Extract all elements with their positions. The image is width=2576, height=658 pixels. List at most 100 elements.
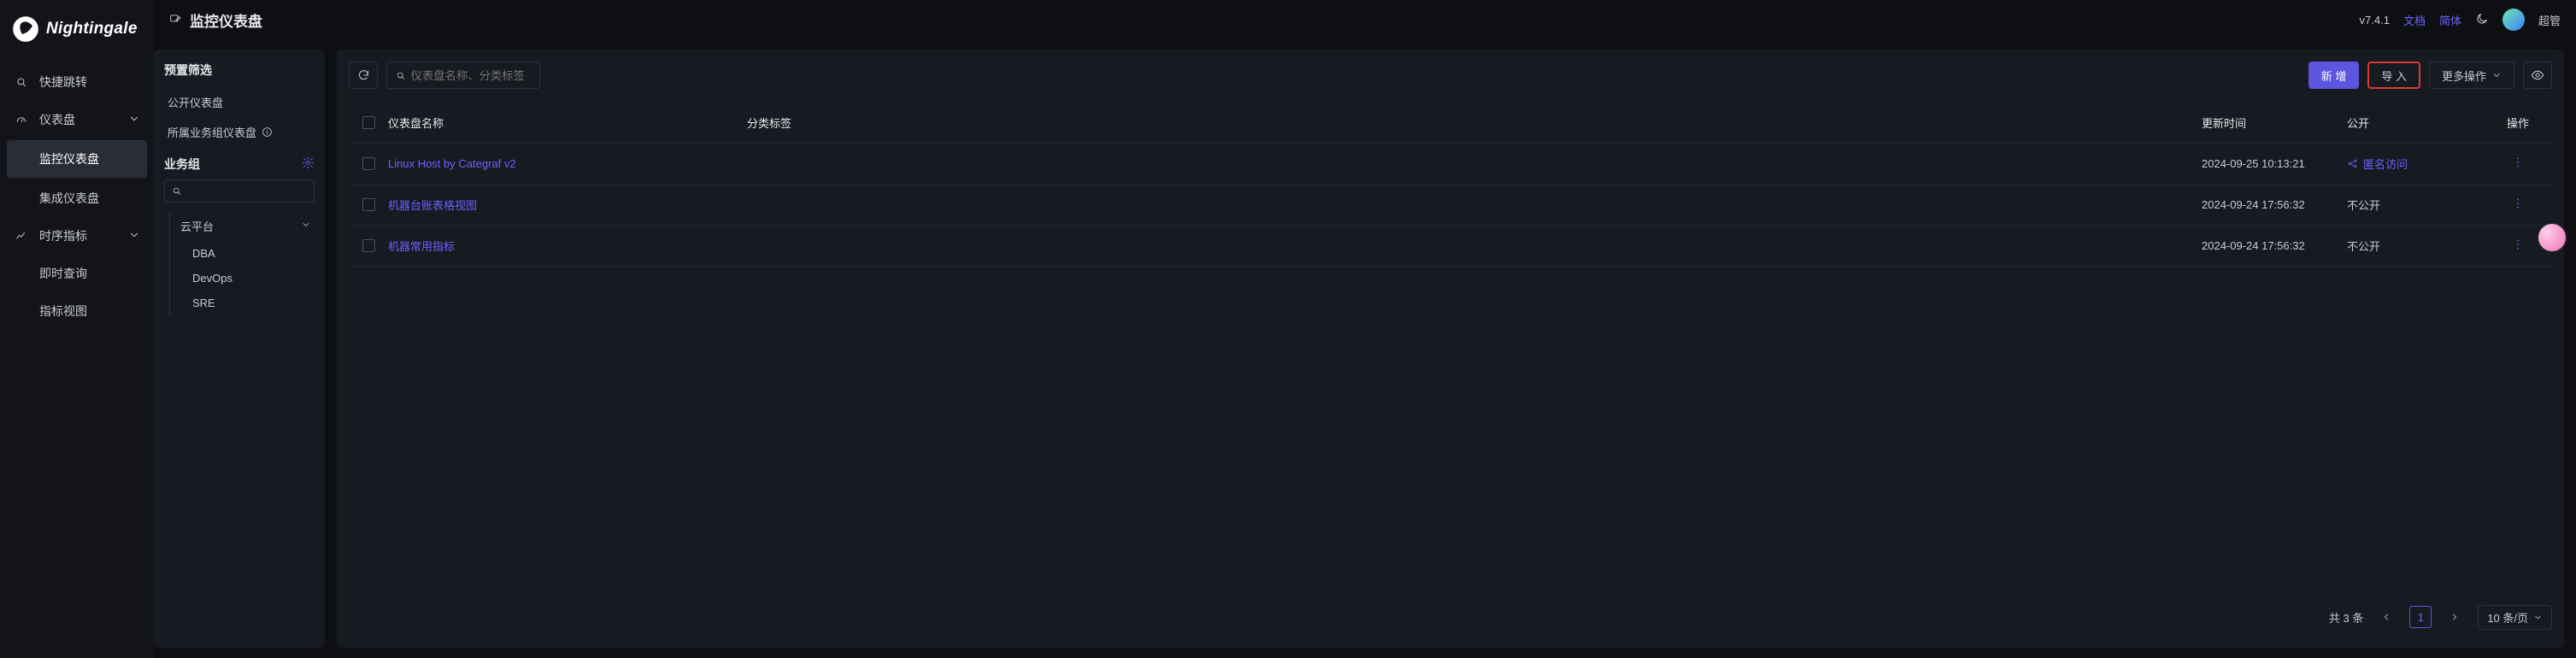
nav-ts-metrics[interactable]: 时序指标 [0,217,154,255]
toolbar: 新 增 导 入 更多操作 [349,62,2552,89]
row-checkbox[interactable] [362,239,375,252]
nav-label: 时序指标 [39,227,118,244]
row-updated: 2024-09-24 17:56:32 [2202,239,2347,252]
public-label-private: 不公开 [2347,199,2380,212]
eye-icon [2531,68,2544,82]
public-label-private: 不公开 [2347,240,2380,253]
nav-label: 集成仪表盘 [39,190,140,207]
nav-label: 监控仪表盘 [39,150,133,167]
filter-label: 公开仪表盘 [168,94,223,110]
gear-icon[interactable] [302,156,315,172]
chevron-down-icon [2533,613,2543,622]
search-icon [172,185,182,197]
nav-monitor-dashboard[interactable]: 监控仪表盘 [7,140,147,178]
filter-label: 所属业务组仪表盘 [168,124,256,140]
row-checkbox[interactable] [362,157,375,170]
dots-vertical-icon [2511,156,2525,169]
refresh-button[interactable] [349,62,378,89]
dashboard-name-link[interactable]: Linux Host by Categraf v2 [388,157,516,170]
share-icon [2347,158,2358,169]
chevron-right-icon [2450,612,2460,622]
nav-metric-view[interactable]: 指标视图 [0,292,154,330]
page-number-button[interactable]: 1 [2409,606,2432,628]
avatar[interactable] [2502,9,2525,31]
table-header: 仪表盘名称 分类标签 更新时间 公开 操作 [349,103,2552,144]
user-role[interactable]: 超管 [2538,12,2561,28]
col-updated: 更新时间 [2202,115,2347,131]
col-public: 公开 [2347,115,2484,131]
nav-label: 指标视图 [39,303,140,320]
nav-label: 仪表盘 [39,111,118,128]
brand-logo[interactable]: Nightingale [0,0,154,58]
topbar: 监控仪表盘 v7.4.1 文档 简体 超管 [154,0,2576,39]
row-more-button[interactable] [2511,197,2525,213]
moon-icon[interactable] [2475,12,2489,28]
left-nav: Nightingale 快捷跳转 仪表盘 监控仪表盘 集成仪表盘 [0,0,154,658]
next-page-button[interactable] [2444,606,2466,628]
floating-assistant-avatar[interactable] [2537,222,2567,253]
table-row: Linux Host by Categraf v2 2024-09-25 10:… [349,144,2552,185]
dashboard-search[interactable] [386,62,540,89]
biz-search-input[interactable] [187,185,307,197]
chevron-down-icon [128,229,140,244]
chevron-down-icon [128,113,140,127]
tree-leaf-label: DevOps [192,272,232,285]
tree-leaf-devops[interactable]: DevOps [170,266,315,291]
tree-node-label: 云平台 [180,218,214,234]
info-icon [262,126,273,138]
search-icon [14,74,29,90]
new-button[interactable]: 新 增 [2308,62,2360,89]
table-row: 机器常用指标 2024-09-24 17:56:32 不公开 [349,226,2552,267]
page-title: 监控仪表盘 [190,9,262,31]
biz-search[interactable] [164,179,315,203]
nav-quick-jump[interactable]: 快捷跳转 [0,63,154,101]
preset-filter-title: 预置筛选 [164,62,315,79]
filter-belong-group[interactable]: 所属业务组仪表盘 [164,117,315,147]
tree-leaf-label: DBA [192,247,215,260]
row-updated: 2024-09-24 17:56:32 [2202,198,2347,211]
dashboard-edit-icon [169,13,181,27]
row-checkbox[interactable] [362,198,375,211]
tree-node-cloud[interactable]: 云平台 [170,211,315,241]
dashboard-name-link[interactable]: 机器台账表格视图 [388,199,477,212]
nav-dashboard[interactable]: 仪表盘 [0,101,154,138]
col-name: 仪表盘名称 [388,115,747,131]
total-text: 共 3 条 [2329,609,2363,626]
table-row: 机器台账表格视图 2024-09-24 17:56:32 不公开 [349,185,2552,226]
dashboard-name-link[interactable]: 机器常用指标 [388,240,455,253]
nav-integration-dashboard[interactable]: 集成仪表盘 [0,179,154,217]
col-tags: 分类标签 [747,115,952,131]
prev-page-button[interactable] [2375,606,2397,628]
nightingale-icon [12,15,39,43]
dots-vertical-icon [2511,197,2525,210]
row-more-button[interactable] [2511,156,2525,172]
chart-line-icon [14,228,29,244]
nav-label: 快捷跳转 [39,73,140,91]
view-toggle-button[interactable] [2523,62,2552,89]
chevron-left-icon [2381,612,2391,622]
row-more-button[interactable] [2511,238,2525,254]
tree-leaf-label: SRE [192,297,215,309]
public-badge-anon[interactable]: 匿名访问 [2347,156,2408,172]
tree-leaf-dba[interactable]: DBA [170,241,315,266]
page-size-select[interactable]: 10 条/页 [2478,605,2552,630]
chevron-down-icon [2491,70,2502,80]
pagination: 共 3 条 1 10 条/页 [349,598,2552,636]
import-button[interactable]: 导 入 [2367,62,2420,89]
filter-public-dashboards[interactable]: 公开仪表盘 [164,87,315,117]
chevron-down-icon [301,220,311,232]
dashboard-panel: 新 增 导 入 更多操作 仪表盘名称 分类标签 [337,50,2564,648]
docs-link[interactable]: 文档 [2403,12,2426,28]
dashboard-search-input[interactable] [411,69,531,82]
tree-leaf-sre[interactable]: SRE [170,291,315,315]
search-icon [396,70,406,81]
more-actions-button[interactable]: 更多操作 [2429,62,2514,89]
nav-instant-query[interactable]: 即时查询 [0,255,154,292]
row-updated: 2024-09-25 10:13:21 [2202,157,2347,170]
brand-name: Nightingale [46,20,138,38]
dots-vertical-icon [2511,238,2525,251]
lang-toggle[interactable]: 简体 [2439,12,2461,28]
nav-label: 即时查询 [39,265,140,282]
select-all-checkbox[interactable] [362,116,375,129]
biz-tree: 云平台 DBA DevOps SRE [169,211,315,315]
